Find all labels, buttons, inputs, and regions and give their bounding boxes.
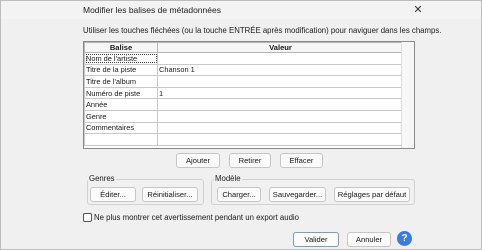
title-bar: Modifier les balises de métadonnées ✕: [1, 1, 481, 19]
value-cell[interactable]: Chanson 1: [157, 63, 404, 77]
table-row: Année: [84, 98, 404, 111]
table-row: Nom de l'artiste: [84, 52, 404, 65]
clear-button[interactable]: Effacer: [280, 153, 323, 168]
table-row: Commentaires: [84, 121, 404, 135]
metadata-grid: Balise Valeur Nom de l'artiste Titre de …: [83, 41, 415, 149]
help-icon[interactable]: ?: [397, 231, 412, 246]
tag-cell[interactable]: [84, 133, 158, 146]
tag-cell[interactable]: Commentaires: [84, 121, 158, 135]
tag-cell[interactable]: Titre de la piste: [84, 63, 158, 77]
table-row: [84, 133, 404, 146]
value-cell[interactable]: [157, 109, 404, 123]
ok-button[interactable]: Valider: [293, 232, 339, 247]
table-row: Numéro de piste 1: [84, 86, 404, 100]
close-icon[interactable]: ✕: [409, 3, 427, 17]
template-label: Modèle: [214, 174, 242, 183]
tag-cell[interactable]: Année: [84, 98, 158, 111]
table-row: Titre de l'album: [84, 75, 404, 88]
cancel-button[interactable]: Annuler: [347, 232, 391, 247]
remove-button[interactable]: Retirer: [229, 153, 271, 168]
load-template-button[interactable]: Charger...: [217, 187, 261, 202]
tag-cell[interactable]: Nom de l'artiste: [84, 52, 158, 65]
tag-cell[interactable]: Genre: [84, 109, 158, 123]
grid-scrollbar[interactable]: [401, 42, 414, 148]
defaults-template-button[interactable]: Réglages par défaut: [334, 187, 410, 202]
column-header-value[interactable]: Valeur: [157, 42, 404, 53]
value-cell[interactable]: [157, 75, 404, 88]
tag-cell[interactable]: Titre de l'album: [84, 75, 158, 88]
value-cell[interactable]: 1: [157, 86, 404, 100]
value-cell[interactable]: [157, 133, 404, 146]
tag-cell[interactable]: Numéro de piste: [84, 86, 158, 100]
window-title: Modifier les balises de métadonnées: [83, 5, 221, 15]
dont-show-label[interactable]: Ne plus montrer cet avertissement pendan…: [94, 213, 299, 222]
metadata-dialog: Modifier les balises de métadonnées ✕ Ut…: [0, 0, 482, 250]
edit-genres-button[interactable]: Éditer...: [90, 187, 136, 202]
dont-show-checkbox[interactable]: [83, 213, 92, 222]
table-row: Titre de la piste Chanson 1: [84, 63, 404, 77]
value-cell[interactable]: [157, 121, 404, 135]
column-header-tag[interactable]: Balise: [84, 42, 158, 53]
genres-label: Genres: [88, 174, 116, 183]
table-row: Genre: [84, 109, 404, 123]
value-cell[interactable]: [157, 52, 404, 65]
reset-genres-button[interactable]: Réinitialiser...: [142, 187, 198, 202]
save-template-button[interactable]: Sauvegarder...: [269, 187, 326, 202]
navigation-hint: Utiliser les touches fléchées (ou la tou…: [83, 26, 442, 35]
add-button[interactable]: Ajouter: [176, 153, 220, 168]
value-cell[interactable]: [157, 98, 404, 111]
